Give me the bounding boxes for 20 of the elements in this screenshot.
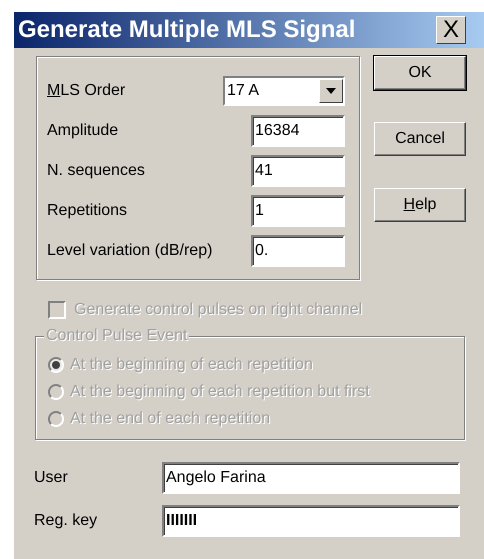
dialog-button[interactable]: Cancel: [374, 122, 466, 156]
dialog-button[interactable]: OK: [374, 56, 466, 90]
field-label: N. sequences: [47, 161, 146, 181]
dropdown[interactable]: 17 A: [223, 76, 345, 106]
input-field[interactable]: Angelo Farina: [162, 462, 460, 494]
field-label: User: [34, 468, 69, 488]
input-field[interactable]: IIIIIII: [162, 504, 460, 536]
dialog-button[interactable]: Help: [374, 188, 466, 222]
field-label: Reg. key: [34, 510, 98, 530]
window-title: Generate Multiple MLS Signal: [18, 15, 356, 45]
input-field[interactable]: 1: [251, 195, 345, 227]
field-label: MLS Order: [47, 81, 126, 101]
field-label: Level variation (dB/rep): [47, 241, 214, 261]
field-label: Repetitions: [47, 201, 128, 221]
input-field[interactable]: 41: [251, 155, 345, 187]
close-button[interactable]: X: [436, 16, 466, 44]
field-label: Amplitude: [47, 121, 120, 141]
input-field[interactable]: 16384: [251, 115, 345, 147]
input-field[interactable]: 0.: [251, 235, 345, 267]
dropdown-arrow-icon: [326, 88, 336, 94]
